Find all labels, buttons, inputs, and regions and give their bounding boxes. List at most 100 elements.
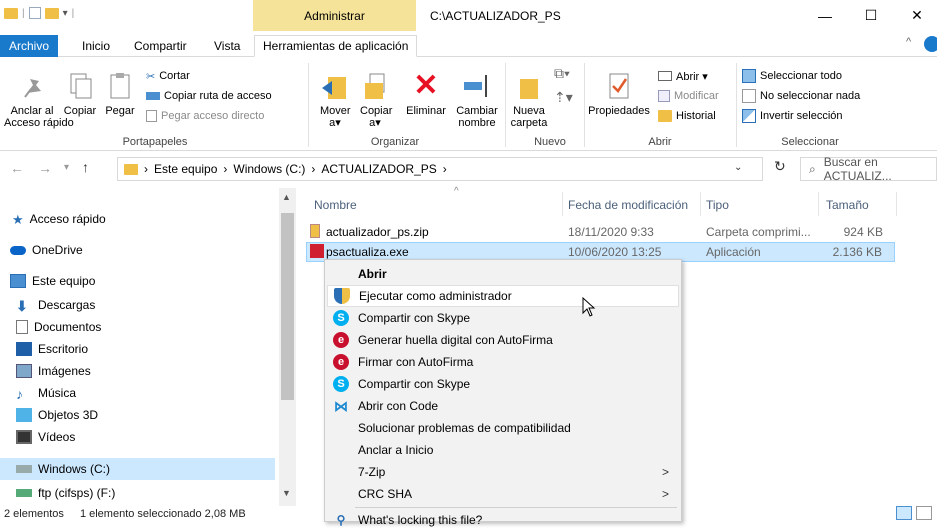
cut-button[interactable]: ✂ Cortar xyxy=(146,67,190,85)
properties-button[interactable]: Propiedades xyxy=(588,71,650,117)
nav-item-onedrive[interactable]: OneDrive xyxy=(10,239,285,261)
invert-selection-button[interactable]: Invertir selección xyxy=(742,107,843,125)
new-folder-qat-icon[interactable] xyxy=(44,7,59,19)
tab-app-tools[interactable]: Herramientas de aplicación xyxy=(254,35,418,57)
new-item-icon[interactable]: ⧉▾ xyxy=(554,65,570,82)
menu-item-open[interactable]: Abrir xyxy=(327,263,679,285)
copy-path-label: Copiar ruta de acceso xyxy=(164,90,272,102)
delete-button[interactable]: ✕ Eliminar xyxy=(400,71,452,118)
refresh-icon[interactable]: ↻ xyxy=(774,158,786,175)
copy-to-button[interactable]: Copiar a▾ xyxy=(356,71,394,129)
large-icons-view-icon[interactable] xyxy=(916,506,932,520)
menu-item-crc-sha[interactable]: CRC SHA > xyxy=(327,483,679,505)
menu-item-7zip[interactable]: 7-Zip > xyxy=(327,461,679,483)
rename-label: Cambiar nombre xyxy=(456,105,498,129)
menu-item-whats-locking[interactable]: ⚲ What's locking this file? xyxy=(327,509,679,531)
nav-item-ftp-f[interactable]: ftp (cifsps) (F:) xyxy=(16,482,291,504)
tab-home[interactable]: Inicio xyxy=(74,35,118,57)
copy-button[interactable]: Copiar xyxy=(60,71,100,117)
breadcrumb-pc[interactable]: Este equipo xyxy=(154,162,217,176)
drive-icon xyxy=(16,465,32,473)
breadcrumb-sep: › xyxy=(223,162,228,176)
nav-item-desktop[interactable]: Escritorio xyxy=(16,338,291,360)
column-date[interactable]: Fecha de modificación xyxy=(568,198,688,212)
maximize-button[interactable]: ☐ xyxy=(848,0,894,31)
manage-context-tab[interactable]: Administrar xyxy=(253,0,416,31)
up-icon[interactable]: ↑ xyxy=(82,159,89,175)
copy-to-icon xyxy=(360,71,390,101)
address-bar[interactable]: › Este equipo › Windows (C:) › ACTUALIZA… xyxy=(117,157,763,181)
open-button[interactable]: Abrir ▾ xyxy=(658,67,708,85)
nav-item-3d-objects[interactable]: Objetos 3D xyxy=(16,404,291,426)
ribbon-collapse-icon[interactable]: ^ xyxy=(906,36,911,48)
column-name[interactable]: Nombre xyxy=(314,198,357,212)
copy-path-button[interactable]: Copiar ruta de acceso xyxy=(146,87,272,105)
search-input[interactable]: ⌕ Buscar en ACTUALIZ... xyxy=(800,155,937,183)
easy-access-icon[interactable]: ⇡▾ xyxy=(554,89,573,106)
scroll-up-icon[interactable]: ▲ xyxy=(282,192,291,202)
select-none-button[interactable]: No seleccionar nada xyxy=(742,87,860,105)
nav-scrollbar-thumb[interactable] xyxy=(281,213,294,400)
nav-item-pictures[interactable]: Imágenes xyxy=(16,360,291,382)
recent-locations-icon[interactable]: ▾ xyxy=(64,162,69,173)
menu-item-autofirma-sign[interactable]: e Firmar con AutoFirma xyxy=(327,351,679,373)
column-size[interactable]: Tamaño xyxy=(826,198,869,212)
tab-view[interactable]: Vista xyxy=(206,35,248,57)
table-row[interactable]: actualizador_ps.zip 18/11/2020 9:33 Carp… xyxy=(306,222,895,242)
column-separator[interactable] xyxy=(562,192,563,216)
folder-icon xyxy=(4,7,18,19)
edit-label: Modificar xyxy=(674,90,719,102)
pictures-icon xyxy=(16,364,32,378)
nav-item-documents[interactable]: Documentos xyxy=(16,316,291,338)
group-select-label: Seleccionar xyxy=(781,136,839,148)
menu-item-pin-start[interactable]: Anclar a Inicio xyxy=(327,439,679,461)
nav-item-quick-access[interactable]: ★ Acceso rápido xyxy=(12,208,287,230)
pin-label: Anclar al Acceso rápido xyxy=(4,105,74,129)
forward-icon[interactable]: → xyxy=(38,160,52,176)
minimize-button[interactable]: — xyxy=(802,0,848,31)
column-type[interactable]: Tipo xyxy=(706,198,729,212)
help-icon[interactable] xyxy=(924,36,937,52)
breadcrumb-drive[interactable]: Windows (C:) xyxy=(233,162,305,176)
column-separator[interactable] xyxy=(896,192,897,216)
nav-item-this-pc[interactable]: Este equipo xyxy=(10,270,285,292)
pin-quick-access-button[interactable]: Anclar al Acceso rápido xyxy=(4,71,74,129)
history-button[interactable]: Historial xyxy=(658,107,716,125)
nav-item-downloads[interactable]: ⬇ Descargas xyxy=(16,294,291,316)
column-separator[interactable] xyxy=(700,192,701,216)
nav-label: Objetos 3D xyxy=(38,408,99,422)
menu-item-run-as-admin[interactable]: Ejecutar como administrador xyxy=(327,285,679,307)
column-separator[interactable] xyxy=(818,192,819,216)
tab-file[interactable]: Archivo xyxy=(0,35,59,57)
paste-shortcut-button[interactable]: Pegar acceso directo xyxy=(146,107,264,125)
group-open-label: Abrir xyxy=(648,136,672,148)
cloud-icon xyxy=(10,245,26,255)
menu-item-share-skype-2[interactable]: S Compartir con Skype xyxy=(327,373,679,395)
address-history-icon[interactable]: ⌄ xyxy=(734,162,742,173)
menu-item-share-skype[interactable]: S Compartir con Skype xyxy=(327,307,679,329)
rename-button[interactable]: Cambiar nombre xyxy=(452,71,502,129)
menu-item-open-with-code[interactable]: ⋈ Abrir con Code xyxy=(327,395,679,417)
file-name: actualizador_ps.zip xyxy=(326,225,429,239)
close-button[interactable]: ✕ xyxy=(894,0,937,31)
menu-label: Compartir con Skype xyxy=(358,311,471,325)
paste-button[interactable]: Pegar xyxy=(100,71,140,117)
nav-item-videos[interactable]: Vídeos xyxy=(16,426,291,448)
nav-item-music[interactable]: ♪ Música xyxy=(16,382,291,404)
menu-item-autofirma-hash[interactable]: e Generar huella digital con AutoFirma xyxy=(327,329,679,351)
scroll-down-icon[interactable]: ▼ xyxy=(282,488,291,498)
details-view-icon[interactable] xyxy=(896,506,912,520)
menu-item-troubleshoot-compat[interactable]: Solucionar problemas de compatibilidad xyxy=(327,417,679,439)
qat-dropdown-icon[interactable]: ▾ xyxy=(63,8,68,19)
nav-item-windows-c[interactable]: Windows (C:) xyxy=(0,458,275,480)
new-folder-label: Nueva carpeta xyxy=(510,105,548,129)
back-icon[interactable]: ← xyxy=(10,160,24,176)
breadcrumb-folder[interactable]: ACTUALIZADOR_PS xyxy=(321,162,436,176)
edit-button[interactable]: Modificar xyxy=(658,87,719,105)
properties-qat-icon[interactable] xyxy=(28,7,41,19)
move-to-button[interactable]: Mover a▾ xyxy=(316,71,354,129)
select-all-button[interactable]: Seleccionar todo xyxy=(742,67,842,85)
properties-label: Propiedades xyxy=(588,105,650,117)
tab-share[interactable]: Compartir xyxy=(126,35,195,57)
new-folder-button[interactable]: Nueva carpeta xyxy=(508,71,550,129)
